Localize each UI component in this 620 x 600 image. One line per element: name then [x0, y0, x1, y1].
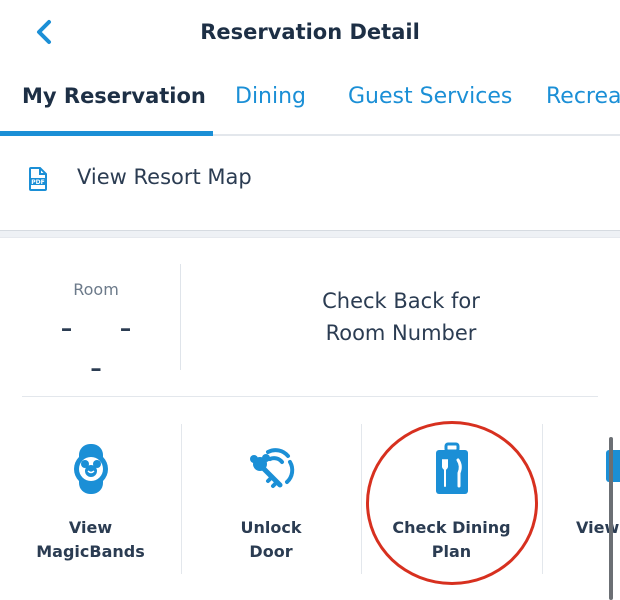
row-divider [22, 396, 598, 397]
dining-plan-icon [435, 442, 468, 494]
check-back-message: Check Back for Room Number [220, 285, 582, 349]
action-label-line-2: Plan [431, 542, 472, 561]
action-label-line-1: View [68, 518, 113, 537]
action-label-line-1: Unlock [240, 518, 302, 537]
check-dining-plan-label: Check Dining Plan [361, 516, 542, 564]
action-label-line-1: Check Dining [392, 518, 511, 537]
room-number-value: - - - [60, 308, 150, 388]
action-label-line-2: Door [249, 542, 293, 561]
tab-my-reservation[interactable]: My Reservation [22, 84, 206, 108]
navigation-header: Reservation Detail [0, 0, 620, 66]
check-back-line-1: Check Back for [322, 289, 480, 313]
scrollbar[interactable] [609, 437, 613, 600]
unlock-door-button[interactable]: Unlock Door [181, 424, 361, 574]
magicband-icon [73, 444, 108, 494]
page-title: Reservation Detail [200, 20, 420, 44]
key-icon [250, 448, 295, 488]
room-block: Room - - - [22, 264, 180, 388]
action-label-line-1: View [576, 518, 620, 537]
svg-text:PDF: PDF [31, 179, 44, 186]
tab-guest-services[interactable]: Guest Services [348, 84, 512, 109]
room-label: Room [73, 280, 119, 299]
tab-dining[interactable]: Dining [235, 84, 306, 109]
tab-bar: My Reservation Dining Guest Services Rec… [0, 74, 620, 136]
tab-recreation[interactable]: Recreat [546, 84, 620, 109]
pdf-icon: PDF [29, 167, 47, 191]
view-magicbands-label: View MagicBands [0, 516, 181, 564]
check-dining-plan-button[interactable]: Check Dining Plan [361, 424, 542, 574]
view-resort-map-label: View Resort Map [77, 165, 252, 189]
view-partial-label: View [576, 516, 620, 540]
check-back-line-2: Room Number [325, 321, 477, 345]
view-resort-map-row[interactable]: PDF View Resort Map [0, 140, 620, 230]
view-magicbands-button[interactable]: View MagicBands [0, 424, 181, 574]
section-separator [0, 230, 620, 238]
unlock-door-label: Unlock Door [181, 516, 361, 564]
active-tab-indicator [0, 131, 213, 136]
action-label-line-2: MagicBands [36, 542, 145, 561]
room-divider [180, 264, 181, 370]
